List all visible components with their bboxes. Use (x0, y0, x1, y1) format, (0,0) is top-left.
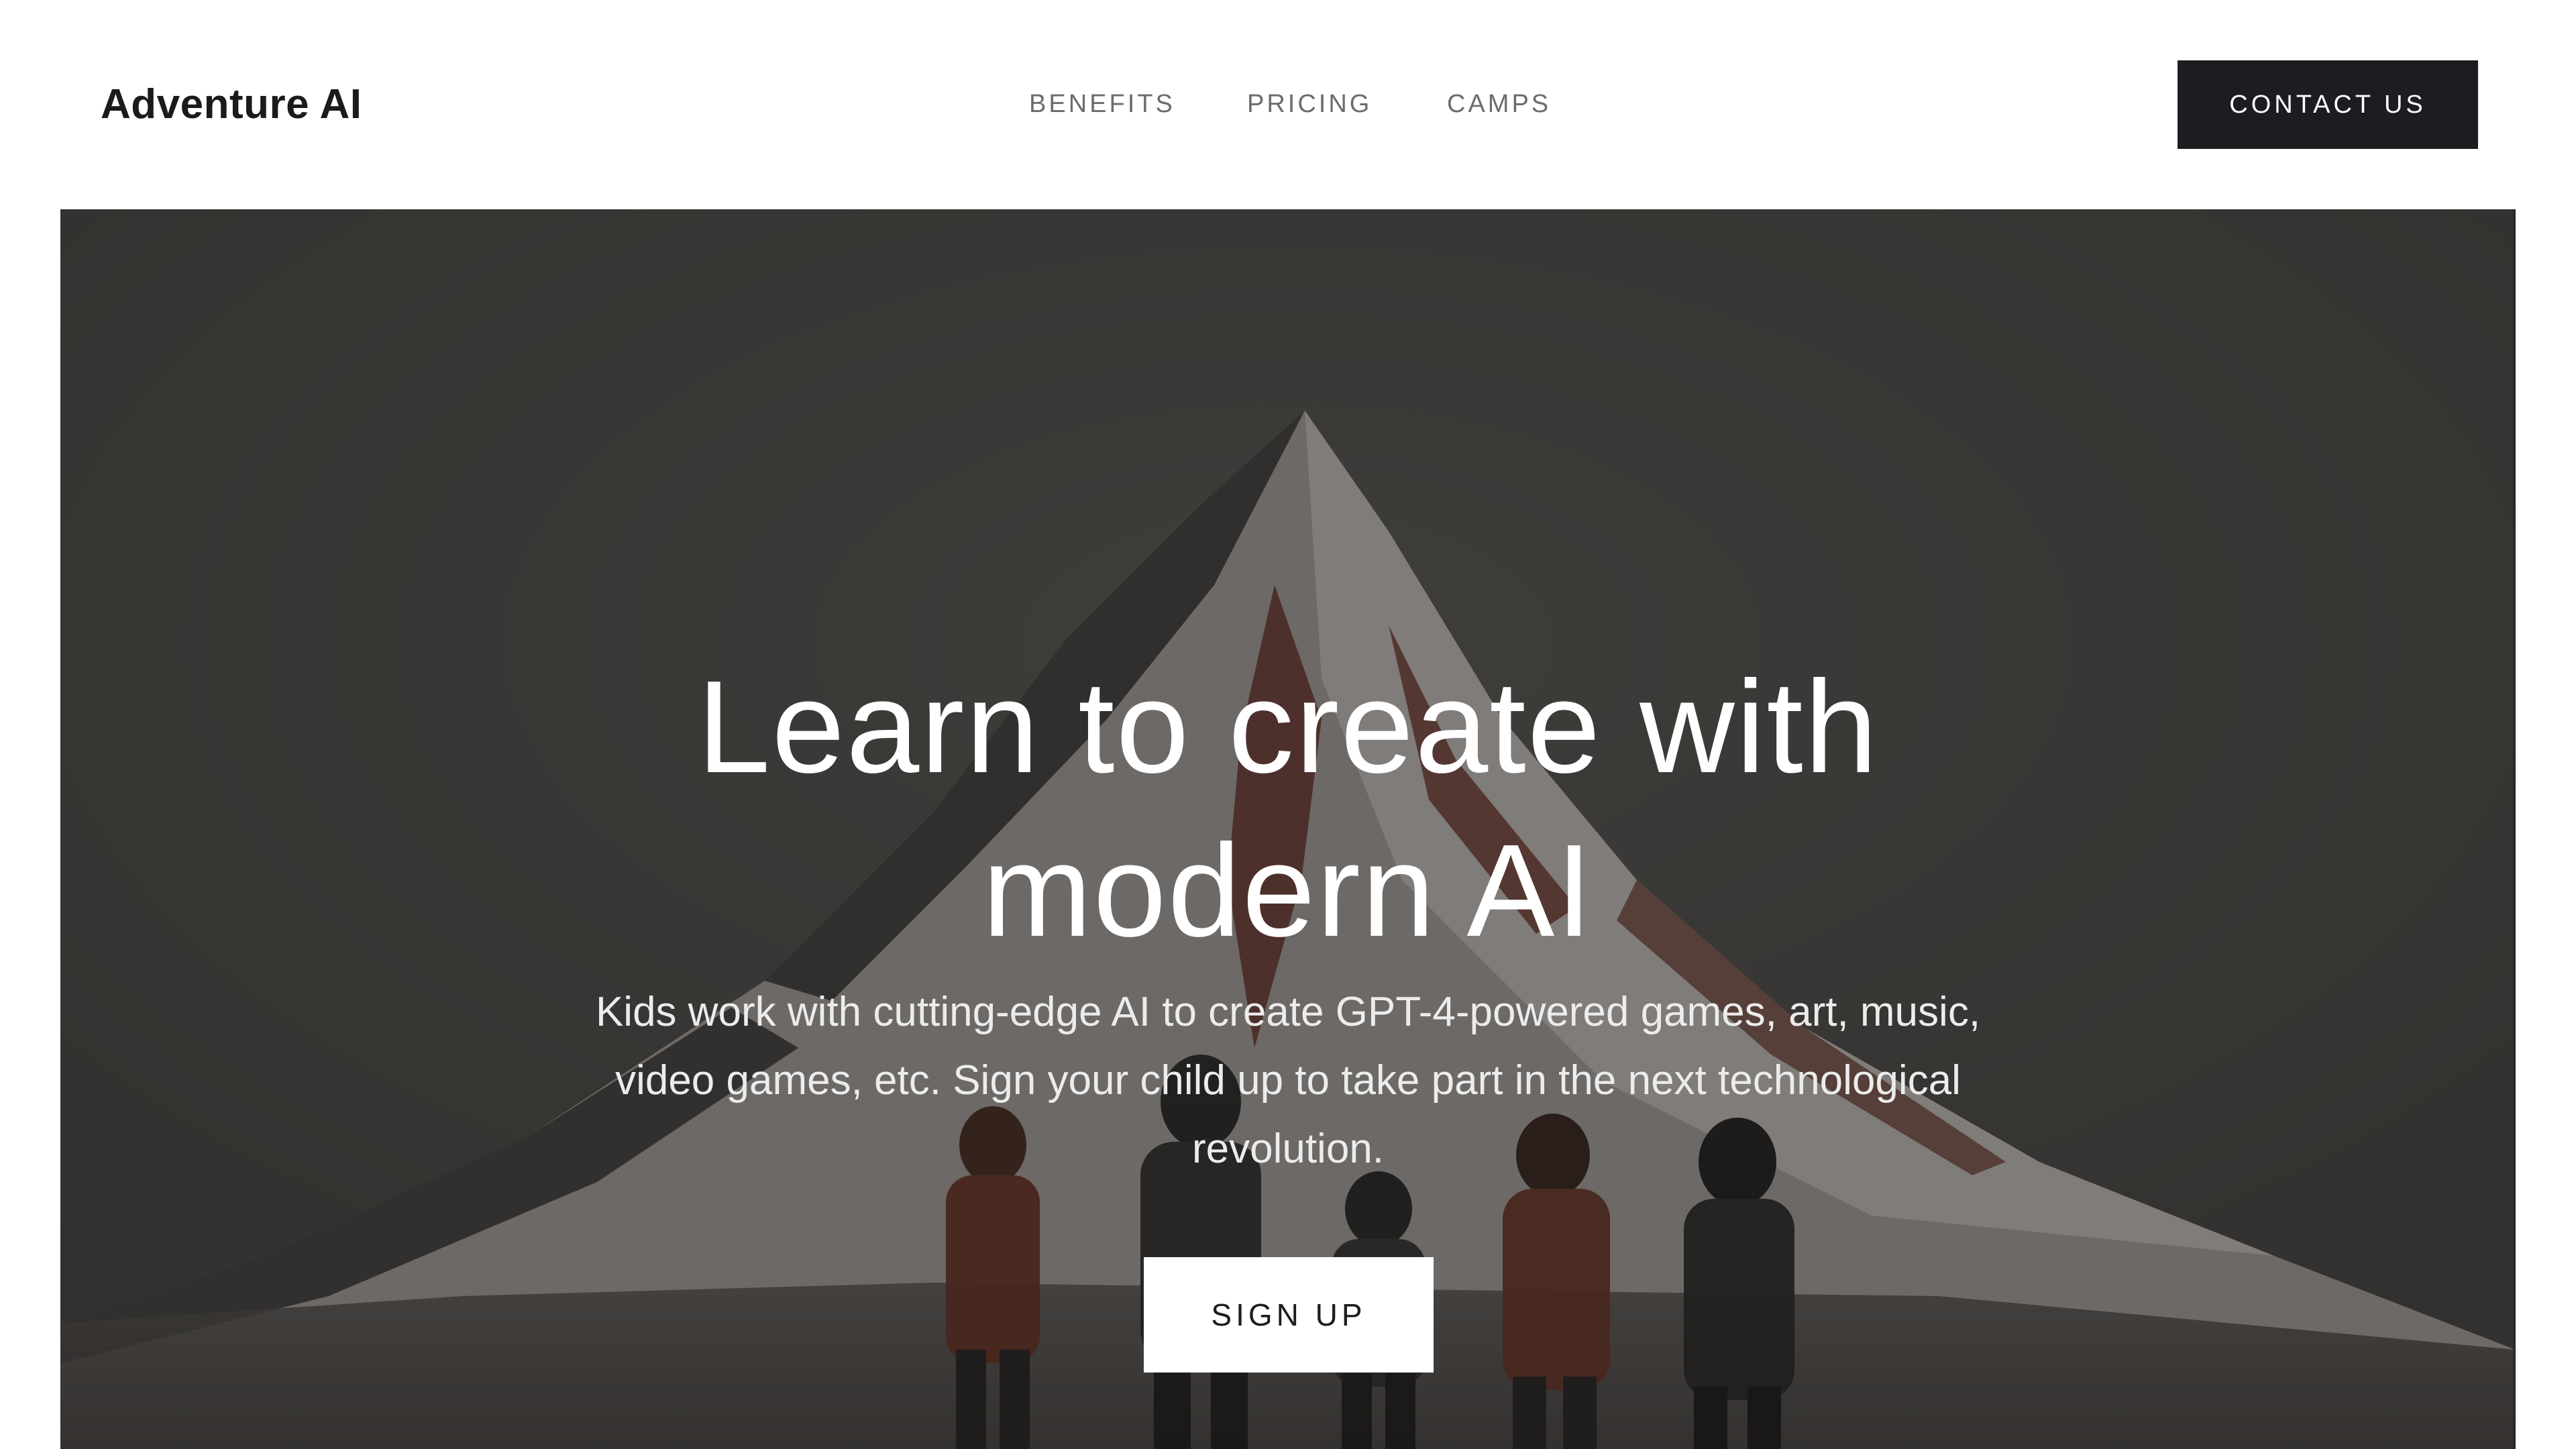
hero-subtitle: Kids work with cutting-edge AI to create… (595, 989, 1981, 1172)
hero-section: Learn to create with modern AI Kids work… (60, 209, 2516, 1449)
main-nav: BENEFITS PRICING CAMPS (1006, 87, 1610, 121)
nav-link-camps[interactable]: CAMPS (1447, 87, 1551, 121)
sign-up-button[interactable]: SIGN UP (1144, 1257, 1434, 1373)
nav-link-benefits[interactable]: BENEFITS (1029, 87, 1175, 121)
hero-title: Learn to create with modern AI (697, 653, 1879, 964)
brand-logo[interactable]: Adventure AI (101, 79, 362, 130)
nav-link-pricing[interactable]: PRICING (1247, 87, 1372, 121)
contact-us-button[interactable]: CONTACT US (2178, 60, 2478, 149)
hero-content: Learn to create with modern AI Kids work… (60, 209, 2513, 1449)
site-header: Adventure AI BENEFITS PRICING CAMPS CONT… (0, 0, 2576, 209)
